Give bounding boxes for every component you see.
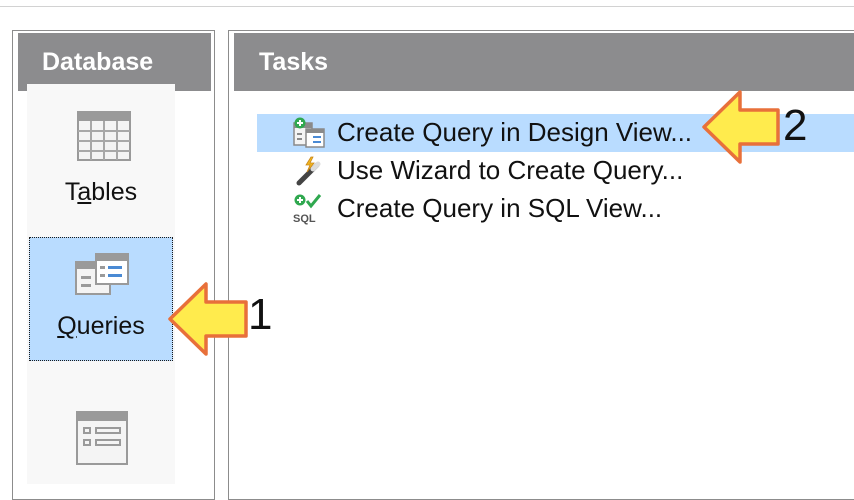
task-create-query-sql-view[interactable]: SQL Create Query in SQL View... xyxy=(257,190,854,228)
sidebar-item-forms[interactable] xyxy=(29,376,173,500)
task-label: Use Wizard to Create Query... xyxy=(337,155,684,185)
design-view-icon xyxy=(293,117,325,148)
callout-arrow-1 xyxy=(168,282,248,356)
sidebar-item-tables[interactable]: Tables xyxy=(29,90,173,214)
tables-icon xyxy=(77,111,131,161)
top-separator xyxy=(0,6,854,7)
sidebar-item-queries[interactable]: Queries xyxy=(29,237,173,361)
callout-number-1: 1 xyxy=(248,290,273,339)
wizard-wand-icon xyxy=(296,156,321,186)
database-panel-title: Database xyxy=(18,33,211,91)
tasks-panel-title: Tasks xyxy=(234,33,854,91)
database-object-list: Tables Queries xyxy=(27,84,175,484)
queries-icon xyxy=(75,253,129,295)
task-label: Create Query in SQL View... xyxy=(337,193,663,223)
sql-view-icon: SQL xyxy=(293,194,322,225)
sidebar-item-queries-label: Queries xyxy=(57,312,145,340)
sidebar-item-tables-label: Tables xyxy=(64,178,138,206)
task-label: Create Query in Design View... xyxy=(337,117,693,147)
sql-icon-text: SQL xyxy=(293,213,316,225)
callout-arrow-2 xyxy=(702,90,780,164)
callout-number-2: 2 xyxy=(783,101,808,150)
forms-icon xyxy=(76,411,128,465)
